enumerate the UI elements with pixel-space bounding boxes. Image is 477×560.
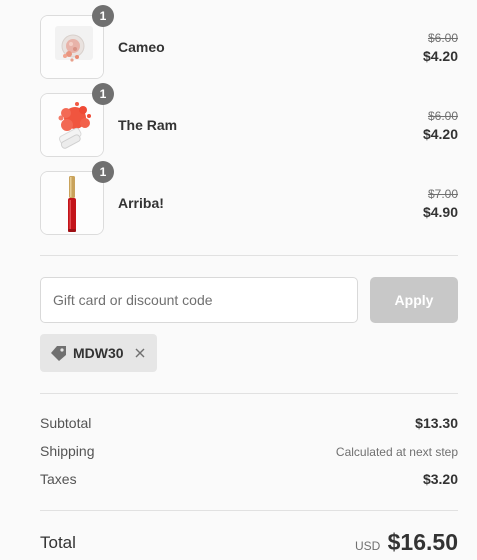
product-price: $6.00 $4.20 bbox=[423, 108, 458, 144]
discount-code-input[interactable] bbox=[40, 277, 358, 323]
total-currency: USD bbox=[355, 539, 381, 553]
ram-pigment-splash-icon bbox=[41, 94, 103, 156]
sale-price: $4.20 bbox=[422, 48, 458, 64]
product-name: Cameo bbox=[118, 39, 165, 55]
subtotal-value: $13.30 bbox=[415, 415, 458, 431]
shipping-label: Shipping bbox=[40, 443, 95, 459]
remove-discount-close-icon[interactable] bbox=[133, 346, 147, 360]
discount-tag-icon bbox=[51, 346, 66, 361]
order-summary: 1 Cameo $6.00 $4.20 1 The Ram $6.00 $4.2… bbox=[0, 0, 477, 560]
section-divider bbox=[40, 393, 458, 394]
arriba-lip-gloss-icon bbox=[41, 172, 103, 234]
product-thumbnail-the-ram bbox=[40, 93, 104, 157]
product-name: Arriba! bbox=[118, 195, 164, 211]
section-divider bbox=[40, 255, 458, 256]
product-thumbnail-cameo bbox=[40, 15, 104, 79]
original-price: $6.00 bbox=[427, 109, 458, 123]
line-item-the-ram: 1 The Ram $6.00 $4.20 bbox=[40, 83, 458, 157]
product-thumbnail-arriba bbox=[40, 171, 104, 235]
sale-price: $4.90 bbox=[422, 204, 458, 220]
total-label: Total bbox=[40, 533, 76, 552]
sale-price: $4.20 bbox=[422, 126, 458, 142]
subtotal-label: Subtotal bbox=[40, 415, 92, 431]
taxes-value: $3.20 bbox=[422, 471, 458, 487]
line-item-cameo: 1 Cameo $6.00 $4.20 bbox=[40, 5, 458, 79]
applied-discount-tag: MDW30 bbox=[40, 334, 157, 372]
apply-discount-button[interactable]: Apply bbox=[370, 277, 458, 323]
cameo-blush-compact-icon bbox=[41, 16, 103, 78]
total-amount: $16.50 bbox=[387, 529, 458, 555]
quantity-badge: 1 bbox=[92, 83, 114, 105]
product-price: $6.00 $4.20 bbox=[423, 30, 458, 66]
product-name: The Ram bbox=[118, 117, 178, 133]
discount-code-label: MDW30 bbox=[73, 345, 124, 361]
shipping-value: Calculated at next step bbox=[335, 445, 458, 459]
section-divider bbox=[40, 510, 458, 511]
quantity-badge: 1 bbox=[92, 5, 114, 27]
line-item-arriba: 1 Arriba! $7.00 $4.90 bbox=[40, 161, 458, 235]
taxes-label: Taxes bbox=[40, 471, 77, 487]
quantity-badge: 1 bbox=[92, 161, 114, 183]
product-price: $7.00 $4.90 bbox=[423, 186, 458, 222]
original-price: $6.00 bbox=[427, 31, 458, 45]
original-price: $7.00 bbox=[427, 187, 458, 201]
